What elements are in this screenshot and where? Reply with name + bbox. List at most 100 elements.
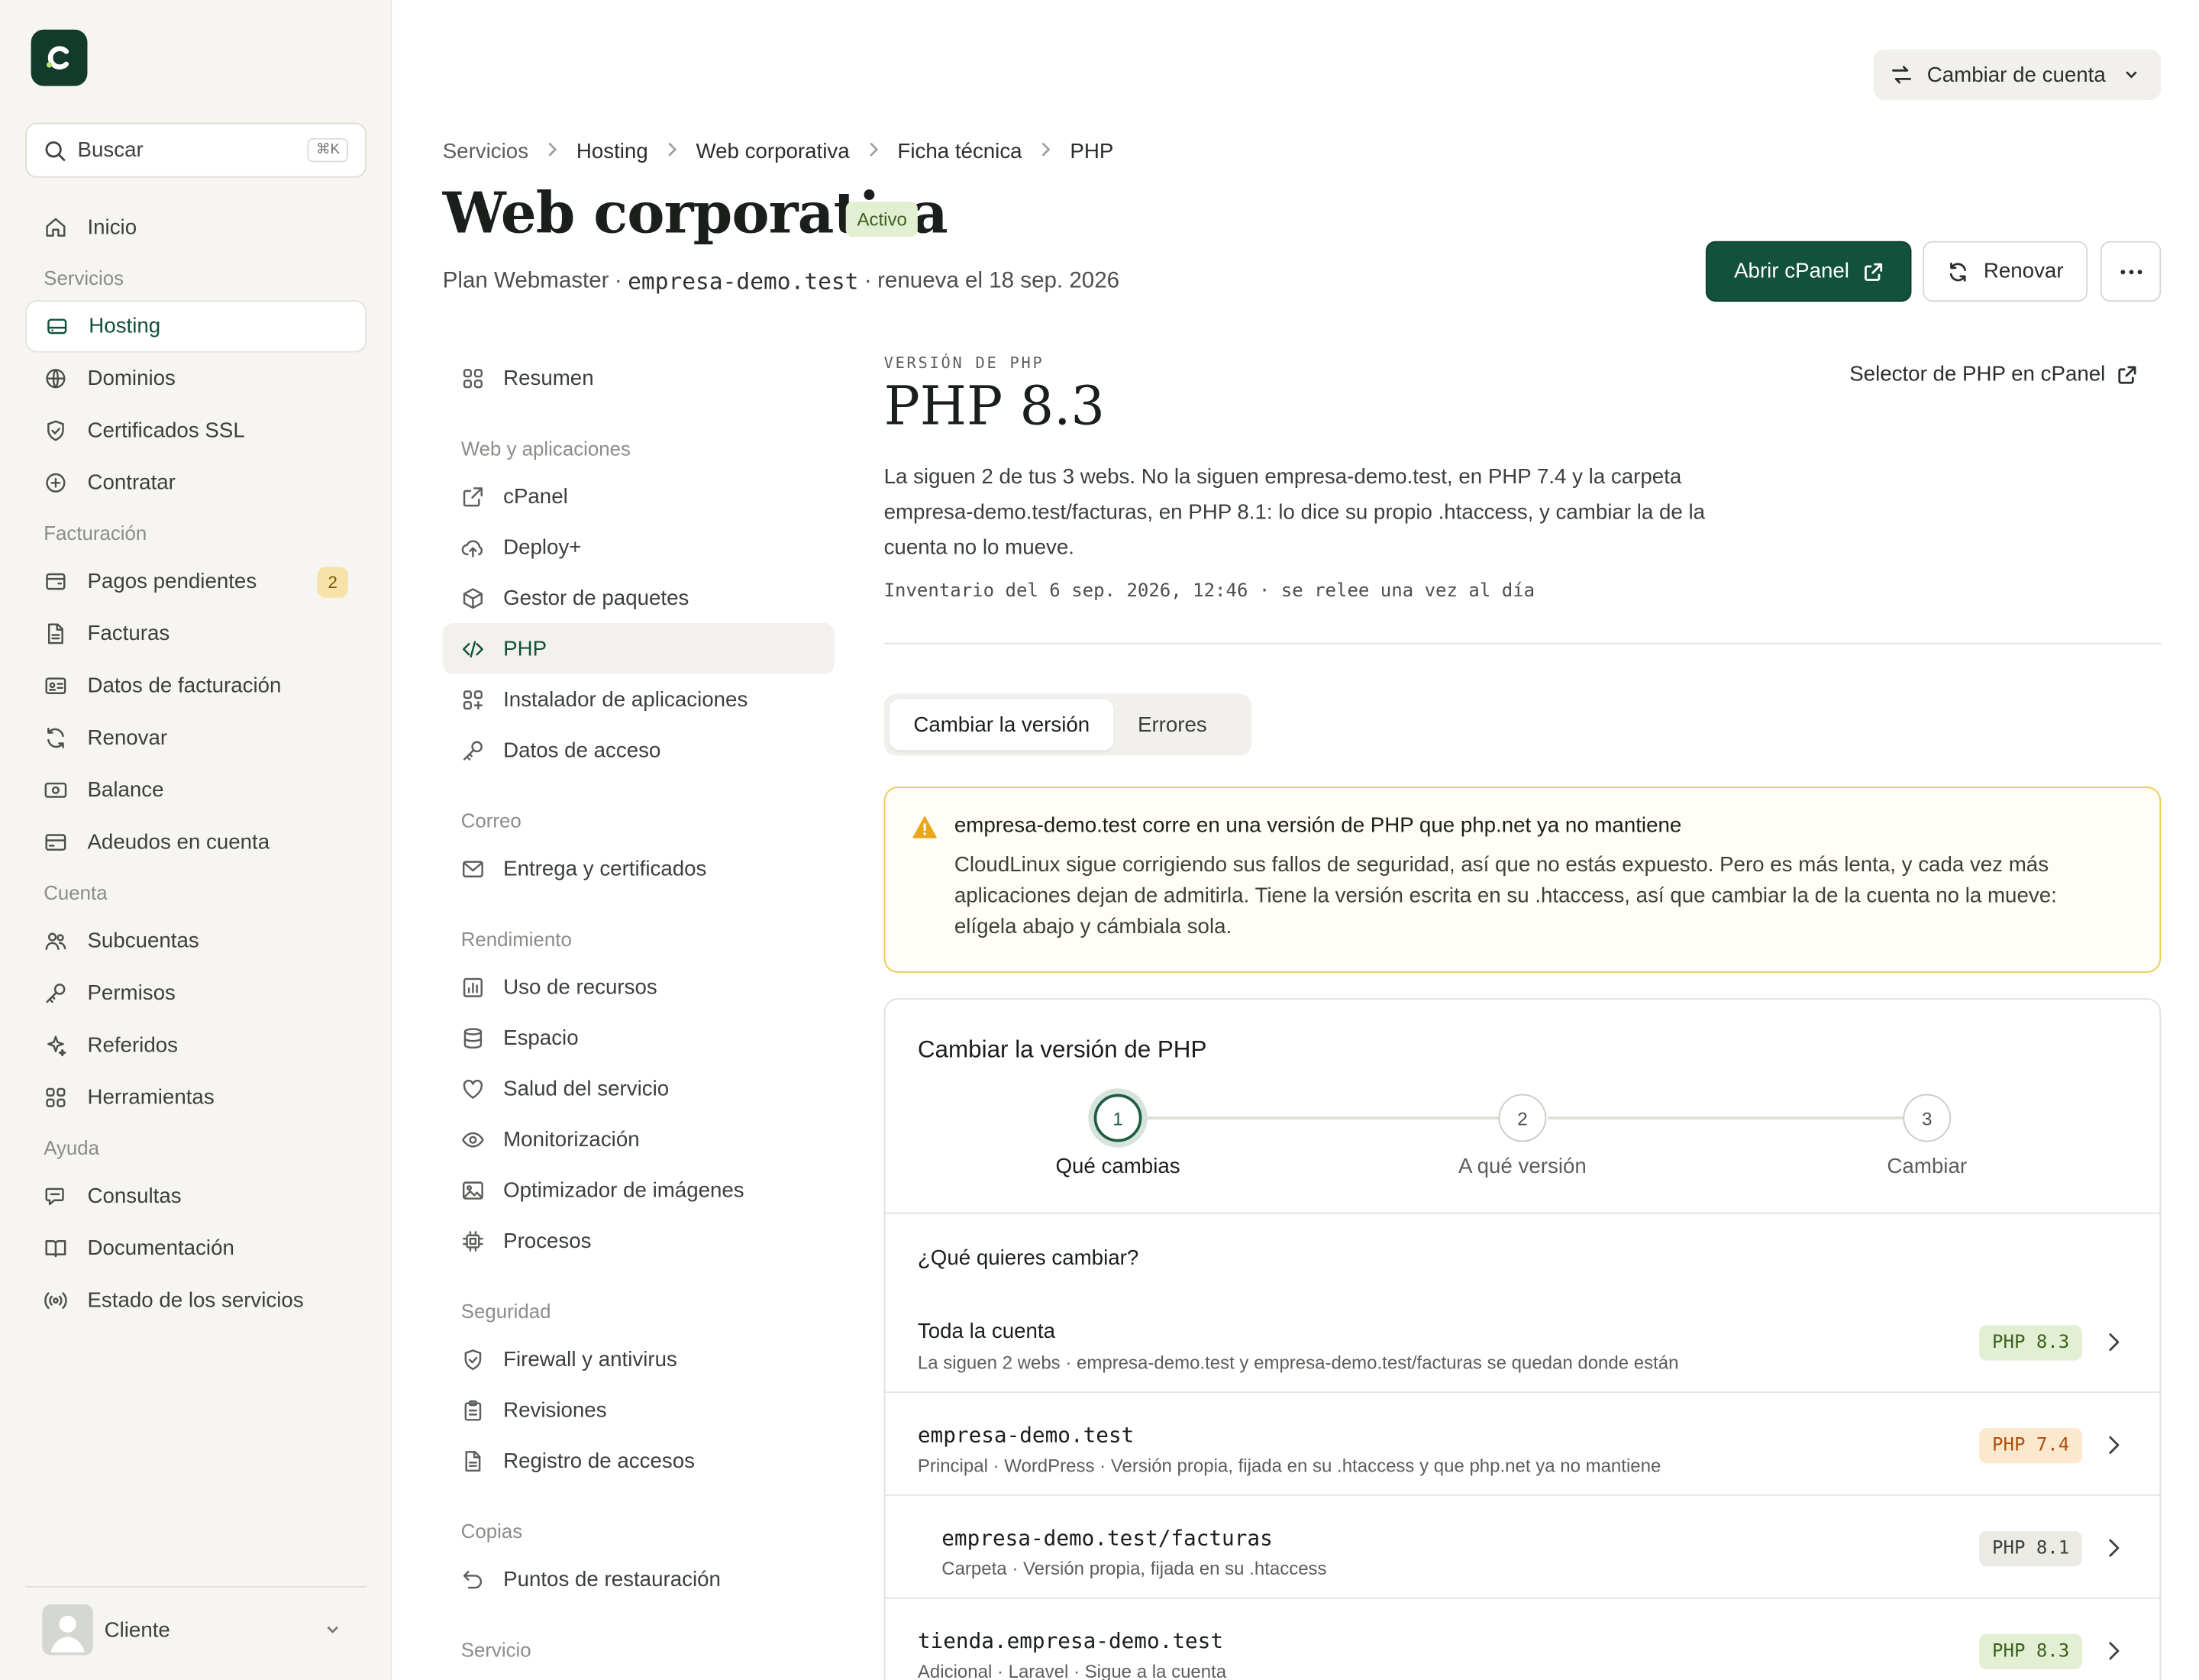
- subnav-item[interactable]: Revisiones: [443, 1384, 835, 1435]
- sidebar-item[interactable]: Consultas: [25, 1170, 366, 1222]
- step-3-indicator[interactable]: 3: [1903, 1094, 1952, 1142]
- sidebar-item-label: Consultas: [87, 1184, 182, 1209]
- more-dots-icon: [2120, 269, 2142, 274]
- sidebar-item-label: Datos de facturación: [87, 674, 282, 698]
- nav-group-label: Servicios: [25, 254, 366, 300]
- key-icon: [46, 984, 66, 1003]
- chevron-down-icon: [327, 1627, 338, 1633]
- app-root: Buscar ⌘K Inicio Servicios Hosting Dominios…: [0, 0, 2199, 1680]
- php-version-pill: PHP 8.1: [1979, 1530, 2082, 1567]
- switch-account-button[interactable]: Cambiar de cuenta: [1873, 49, 2162, 101]
- avatar-placeholder-icon: [42, 1604, 93, 1656]
- subnav-item[interactable]: Firewall y antivirus: [443, 1334, 835, 1384]
- sidebar-item-label: Herramientas: [87, 1085, 215, 1110]
- step-3-label: Cambiar: [1887, 1155, 1968, 1179]
- sidebar-item[interactable]: Adeudos en cuenta: [25, 816, 366, 868]
- subnav-group-text: Web y aplicaciones: [460, 437, 631, 460]
- subnav-item[interactable]: Resumen: [443, 353, 835, 403]
- cpu-icon: [462, 1230, 483, 1252]
- step-1-label: Qué cambias: [1055, 1155, 1180, 1179]
- more-actions-button[interactable]: [2100, 241, 2162, 302]
- alert-body: CloudLinux sigue corrigiendo sus fallos …: [954, 852, 2057, 939]
- subnav-item[interactable]: Puntos de restauración: [443, 1554, 835, 1604]
- user-name: Cliente: [104, 1617, 170, 1642]
- sidebar-item-label: Subcuentas: [87, 929, 199, 954]
- clipboard-icon: [464, 1399, 482, 1420]
- subnav-item[interactable]: Salud del servicio: [443, 1063, 835, 1113]
- sidebar-item[interactable]: Dominios: [25, 353, 366, 405]
- nav-group-text: Facturación: [44, 521, 147, 544]
- subnav-item-label: Resumen: [503, 366, 594, 390]
- plan-summary: Plan Webmaster · empresa-demo.test · ren…: [443, 268, 1119, 295]
- subnav-group-text: Rendimiento: [460, 927, 572, 951]
- subnav-item[interactable]: Monitorización: [443, 1113, 835, 1164]
- sidebar-item[interactable]: Permisos: [25, 967, 366, 1019]
- subnav-item[interactable]: Instalador de aplicaciones: [443, 674, 835, 724]
- sidebar-item[interactable]: Referidos: [25, 1019, 366, 1071]
- sidebar-item[interactable]: Herramientas: [25, 1071, 366, 1123]
- nav-group-text: Cuenta: [44, 880, 108, 903]
- subnav-item[interactable]: Datos de acceso: [443, 725, 835, 775]
- grid-icon: [46, 1087, 66, 1107]
- shield-icon: [47, 420, 64, 441]
- external-link-icon: [1864, 262, 1882, 280]
- chevron-right-icon: [545, 141, 559, 162]
- php-version-pill: PHP 8.3: [1979, 1325, 2082, 1361]
- file-icon: [47, 623, 63, 645]
- sidebar-item[interactable]: Subcuentas: [25, 915, 366, 967]
- sidebar-item[interactable]: Certificados SSL: [25, 405, 366, 457]
- sidebar-item[interactable]: Pagos pendientes 2: [25, 555, 366, 607]
- card-divider: [885, 1212, 2160, 1214]
- tab-errors[interactable]: Errores: [1114, 699, 1232, 750]
- step-2-indicator[interactable]: 2: [1498, 1094, 1547, 1142]
- target-row[interactable]: Toda la cuenta La siguen 2 webs · empresa…: [885, 1290, 2160, 1394]
- sidebar-item[interactable]: Balance: [25, 764, 366, 816]
- user-menu[interactable]: Cliente: [42, 1604, 341, 1656]
- subnav-item[interactable]: Procesos: [443, 1215, 835, 1265]
- subnav-item[interactable]: PHP: [442, 623, 835, 674]
- subnav-item[interactable]: Optimizador de imágenes: [443, 1165, 835, 1215]
- search-input[interactable]: Buscar ⌘K: [25, 122, 367, 178]
- nav-group-label: Cuenta: [25, 868, 366, 915]
- target-title: empresa-demo.test/facturas: [941, 1525, 1273, 1551]
- sidebar-item[interactable]: Hosting: [25, 300, 367, 353]
- sidebar-item[interactable]: Contratar: [25, 457, 366, 509]
- target-title: empresa-demo.test: [917, 1422, 1135, 1449]
- subnav-item-label: Revisiones: [503, 1397, 607, 1422]
- chevron-right-icon: [2109, 1642, 2120, 1660]
- cpanel-php-selector-link[interactable]: Selector de PHP en cPanel: [1849, 362, 2136, 386]
- credit-card-icon: [45, 834, 66, 851]
- subnav-item[interactable]: Deploy+: [443, 522, 835, 572]
- breadcrumb: Servicios Hosting Web corporativa Ficha téc…: [443, 135, 1114, 166]
- renew-button[interactable]: Renovar: [1923, 241, 2088, 302]
- breadcrumb-item[interactable]: Ficha técnica: [897, 139, 1022, 163]
- sidebar-item[interactable]: Estado de los servicios: [25, 1275, 366, 1326]
- brand-logo[interactable]: [31, 29, 88, 86]
- book-icon: [45, 1239, 66, 1258]
- subnav-item[interactable]: cPanel: [443, 471, 835, 522]
- subnav-item-label: Entrega y certificados: [503, 856, 707, 880]
- chevron-right-icon: [867, 141, 880, 162]
- open-cpanel-button[interactable]: Abrir cPanel: [1705, 241, 1912, 302]
- sidebar-item[interactable]: Inicio: [25, 202, 366, 254]
- target-row[interactable]: tienda.empresa-demo.test Adicional · Lara…: [885, 1599, 2159, 1680]
- sidebar-item[interactable]: Renovar: [25, 712, 366, 764]
- subnav-item[interactable]: Entrega y certificados: [443, 843, 835, 893]
- breadcrumb-item[interactable]: Hosting: [576, 139, 648, 163]
- subnav-item-label: Monitorización: [503, 1127, 640, 1152]
- subnav-item[interactable]: Espacio: [443, 1013, 835, 1063]
- breadcrumb-item: PHP: [1070, 138, 1114, 163]
- breadcrumb-item[interactable]: Web corporativa: [696, 139, 850, 163]
- target-row[interactable]: empresa-demo.test Principal · WordPress ·…: [885, 1393, 2160, 1496]
- subnav-item[interactable]: Registro de accesos: [443, 1435, 835, 1485]
- step-1-indicator[interactable]: 1: [1093, 1094, 1142, 1142]
- tab-change-version[interactable]: Cambiar la versión: [889, 699, 1114, 751]
- target-row[interactable]: empresa-demo.test/facturas Carpeta · Vers…: [885, 1496, 2160, 1599]
- subnav-item[interactable]: Uso de recursos: [443, 961, 835, 1012]
- subnav-item[interactable]: Gestor de paquetes: [443, 573, 835, 623]
- breadcrumb-item[interactable]: Servicios: [443, 139, 528, 163]
- sidebar-item[interactable]: Facturas: [25, 608, 366, 660]
- sidebar-item[interactable]: Datos de facturación: [25, 660, 366, 712]
- sidebar-item[interactable]: Documentación: [25, 1223, 366, 1275]
- subnav-group-text: Servicio: [460, 1638, 531, 1661]
